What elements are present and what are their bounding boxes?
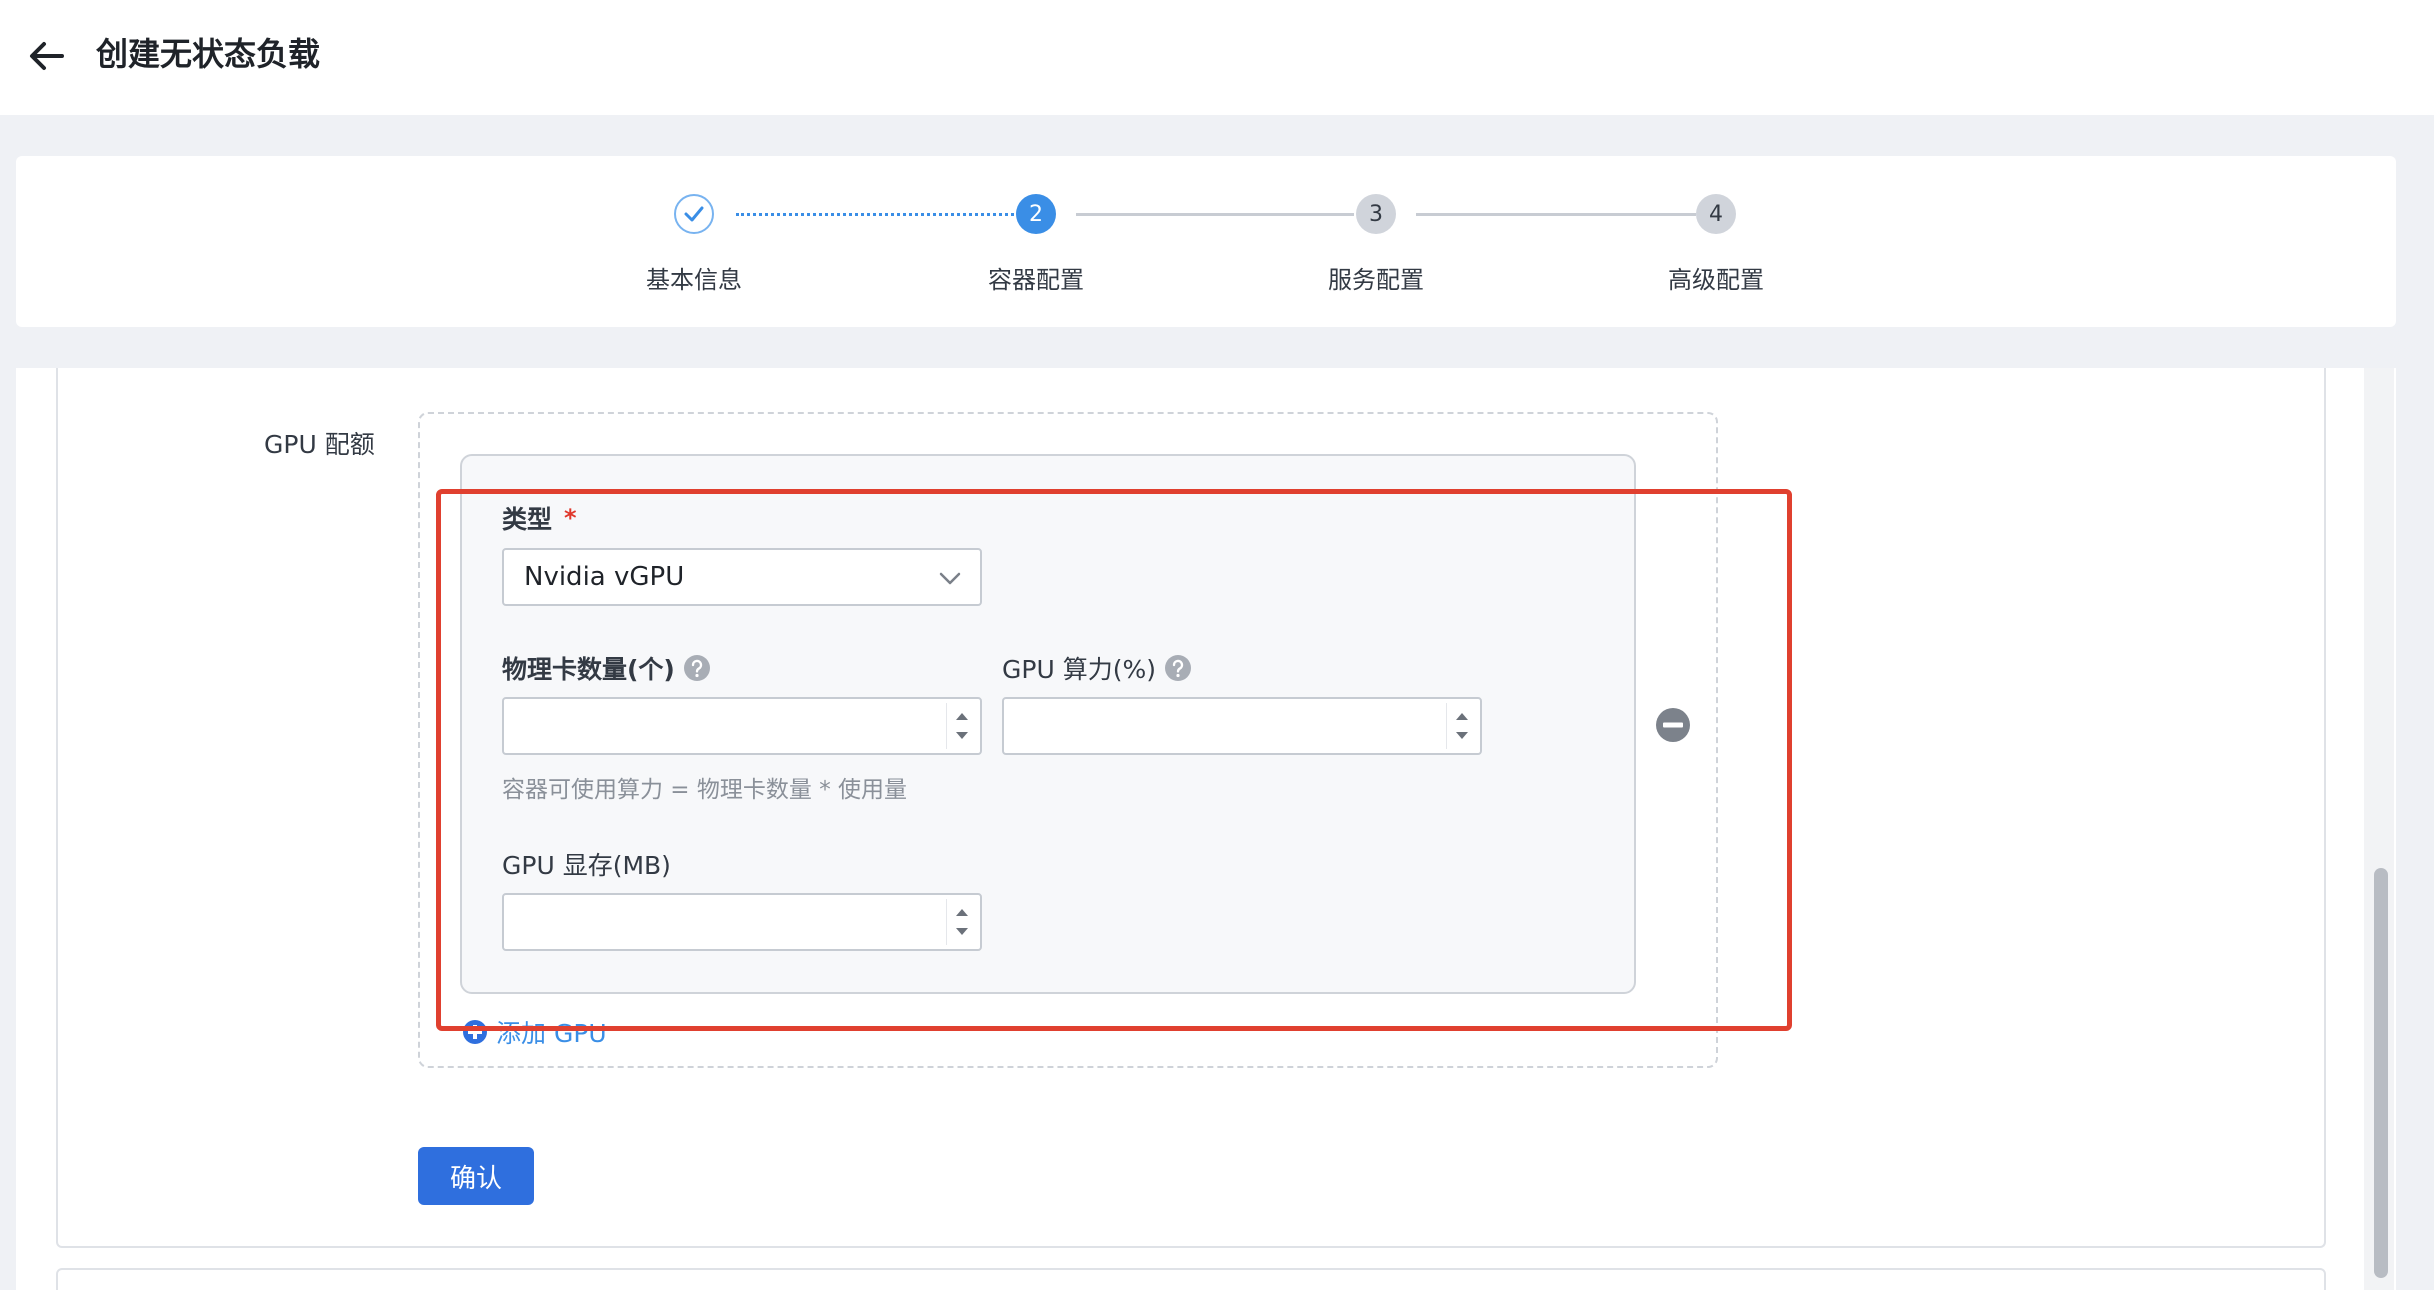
physical-cards-label: 物理卡数量(个)	[502, 650, 711, 686]
gpu-memory-input[interactable]	[502, 893, 982, 951]
gpu-compute-stepper[interactable]	[1446, 703, 1476, 749]
next-form-panel	[56, 1268, 2326, 1290]
step-1-circle	[674, 194, 714, 234]
caret-down-icon[interactable]	[955, 927, 969, 937]
scrollbar-thumb[interactable]	[2374, 868, 2388, 1278]
step-connector-1	[736, 213, 1014, 216]
step-4-circle: 4	[1696, 194, 1736, 234]
minus-circle-icon[interactable]	[1655, 707, 1691, 743]
steps-bar: 基本信息 2 容器配置 3 服务配置 4 高级配置	[16, 156, 2396, 327]
arrow-left-icon[interactable]	[26, 38, 66, 74]
caret-down-icon[interactable]	[1455, 731, 1469, 741]
caret-up-icon[interactable]	[955, 711, 969, 721]
step-1-label[interactable]: 基本信息	[614, 260, 774, 295]
gpu-compute-label: GPU 算力(%)	[1002, 650, 1192, 686]
caret-down-icon[interactable]	[955, 731, 969, 741]
confirm-button[interactable]: 确认	[418, 1147, 534, 1205]
gpu-memory-label-text: GPU 显存(MB)	[502, 851, 671, 880]
question-circle-icon[interactable]	[1164, 654, 1192, 682]
physical-cards-stepper[interactable]	[946, 703, 976, 749]
gpu-memory-field[interactable]	[504, 895, 980, 949]
physical-cards-label-text: 物理卡数量(个)	[502, 655, 675, 684]
gpu-compute-label-text: GPU 算力(%)	[1002, 655, 1156, 684]
check-icon	[684, 206, 704, 222]
caret-up-icon[interactable]	[1455, 711, 1469, 721]
gpu-type-select[interactable]: Nvidia vGPU	[502, 548, 982, 606]
gpu-memory-label: GPU 显存(MB)	[502, 846, 671, 882]
gpu-compute-input[interactable]	[1002, 697, 1482, 755]
type-label: 类型 *	[502, 500, 577, 536]
step-2-circle: 2	[1016, 194, 1056, 234]
type-label-text: 类型	[502, 505, 553, 534]
chevron-down-icon	[939, 572, 961, 585]
add-gpu-button[interactable]: 添加 GPU	[462, 1014, 607, 1050]
compute-hint: 容器可使用算力 = 物理卡数量 * 使用量	[502, 777, 908, 803]
physical-cards-field[interactable]	[504, 699, 980, 753]
step-connector-3	[1416, 213, 1696, 216]
gpu-memory-stepper[interactable]	[946, 899, 976, 945]
step-2-label[interactable]: 容器配置	[956, 260, 1116, 295]
required-mark: *	[564, 504, 577, 532]
gpu-type-value: Nvidia vGPU	[524, 562, 685, 592]
page-header: 创建无状态负载	[0, 0, 2434, 115]
question-circle-icon[interactable]	[683, 654, 711, 682]
gpu-quota-label: GPU 配额	[264, 430, 375, 459]
caret-up-icon[interactable]	[955, 907, 969, 917]
gpu-compute-field[interactable]	[1004, 699, 1480, 753]
step-connector-2	[1076, 213, 1354, 216]
step-3-circle: 3	[1356, 194, 1396, 234]
step-3-label[interactable]: 服务配置	[1296, 260, 1456, 295]
add-gpu-label: 添加 GPU	[496, 1019, 607, 1048]
plus-circle-icon	[463, 1020, 487, 1044]
physical-cards-input[interactable]	[502, 697, 982, 755]
step-4-label[interactable]: 高级配置	[1636, 260, 1796, 295]
page-title: 创建无状态负载	[96, 35, 321, 73]
